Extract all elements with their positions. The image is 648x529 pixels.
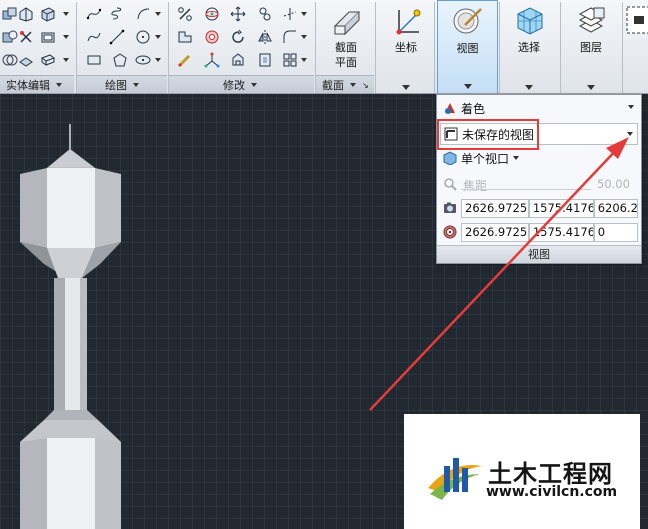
- section-plane-icon: [333, 11, 361, 36]
- array-dropdown-icon[interactable]: [300, 51, 307, 69]
- fillet-dropdown-icon[interactable]: [300, 28, 307, 46]
- watermark-url: www.civilcn.com: [486, 484, 618, 500]
- layers-icon: [578, 7, 605, 33]
- camera-y-field[interactable]: 1575.4176: [528, 198, 594, 218]
- visual-style-icon: [445, 103, 455, 114]
- visual-style-select[interactable]: 着色: [440, 97, 638, 119]
- focal-length-value: 50.00: [597, 177, 630, 191]
- group-icon: [626, 6, 648, 34]
- thicken-icon[interactable]: [38, 51, 57, 69]
- trim-dropdown-icon[interactable]: [300, 5, 307, 23]
- solid-box-icon[interactable]: [38, 5, 57, 23]
- move-icon[interactable]: [228, 5, 247, 23]
- polygon-icon[interactable]: [110, 51, 129, 69]
- rotate-icon[interactable]: [228, 28, 247, 46]
- visual-style-value: 着色: [461, 101, 486, 116]
- target-icon: [443, 225, 457, 239]
- trim-icon[interactable]: [280, 5, 299, 23]
- arc-dropdown-icon[interactable]: [154, 5, 161, 23]
- view-label: 视图: [456, 42, 479, 55]
- ellipse-icon[interactable]: [133, 51, 152, 69]
- solid-more-dropdown-icon[interactable]: [62, 51, 69, 69]
- section-plane-label-2: 平面: [335, 56, 357, 69]
- layers-button[interactable]: 图层: [565, 0, 617, 93]
- explode-icon[interactable]: [255, 51, 274, 69]
- camera-z-field[interactable]: 6206.24: [593, 198, 638, 218]
- camera-position-row: 2626.9725 1575.4176 6206.24: [440, 197, 638, 219]
- target-x-field[interactable]: 2626.9725: [461, 222, 529, 242]
- coordinates-label: 坐标: [395, 41, 417, 54]
- circle-dropdown-icon[interactable]: [154, 28, 161, 46]
- focal-search-icon: [444, 178, 457, 191]
- copy-icon[interactable]: [255, 5, 274, 23]
- viewport-icon: [443, 151, 457, 165]
- view-panel-footer-label: 视图: [528, 248, 550, 261]
- 3d-array-icon[interactable]: [202, 28, 221, 46]
- slice-icon[interactable]: [16, 51, 35, 69]
- 3d-rotate-icon[interactable]: [202, 5, 221, 23]
- coordinates-dropdown-icon: [402, 85, 410, 90]
- focal-length-slider[interactable]: 焦距: [461, 177, 591, 193]
- selection-dropdown-icon: [525, 85, 533, 90]
- group-section[interactable]: 截面 ↘: [316, 75, 374, 93]
- layers-label: 图层: [580, 41, 602, 54]
- helix-icon[interactable]: [107, 5, 126, 23]
- spline-fit-icon[interactable]: [84, 5, 103, 23]
- view-dropdown-icon: [463, 84, 472, 89]
- stretch-icon[interactable]: [175, 28, 194, 46]
- group-solid-edit[interactable]: 实体编辑: [0, 75, 74, 93]
- arc-icon[interactable]: [133, 5, 152, 23]
- target-y-field[interactable]: 1575.4176: [528, 222, 594, 242]
- section-plane-label-1: 截面: [335, 41, 357, 54]
- groups-button[interactable]: [626, 0, 648, 93]
- extrude-faces-icon[interactable]: [16, 5, 35, 23]
- offset-icon[interactable]: [228, 51, 247, 69]
- erase-icon[interactable]: [175, 51, 194, 69]
- viewport-config-label: 单个视口: [461, 151, 510, 166]
- viewport-config-button[interactable]: 单个视口: [440, 147, 638, 169]
- group-solid-edit-label: 实体编辑: [6, 79, 50, 92]
- group-modify-label: 修改: [223, 79, 245, 92]
- coordinates-button[interactable]: 坐标: [380, 0, 432, 93]
- rectangle-icon[interactable]: [84, 51, 103, 69]
- scale-icon[interactable]: [175, 5, 194, 23]
- selection-cube-icon: [517, 7, 543, 35]
- target-z-field[interactable]: 0: [593, 222, 638, 242]
- line-icon[interactable]: [107, 28, 126, 46]
- solid-edit-dropdown-icon[interactable]: [62, 28, 69, 46]
- highlight-box: [437, 119, 539, 150]
- visual-style-dropdown-icon: [628, 105, 634, 109]
- group-section-label: 截面: [322, 79, 344, 92]
- view-sphere-icon: [453, 8, 482, 34]
- ucs-icon: [396, 9, 421, 35]
- focal-length-row: 焦距 50.00: [440, 173, 638, 195]
- shell-icon[interactable]: [38, 28, 57, 46]
- camera-icon: [444, 202, 456, 213]
- layers-dropdown-icon: [587, 85, 595, 90]
- fillet-icon[interactable]: [280, 28, 299, 46]
- 3d-align-icon[interactable]: [202, 51, 221, 69]
- ellipse-dropdown-icon[interactable]: [154, 51, 161, 69]
- solid-dropdown-icon[interactable]: [62, 5, 69, 23]
- ribbon: 实体编辑 绘图 修改 截面 平面 截面 ↘ 坐标 视图 选择 图层: [0, 0, 648, 94]
- mirror-icon[interactable]: [255, 28, 274, 46]
- focal-length-label: 焦距: [463, 179, 488, 193]
- watermark-logo: [428, 458, 482, 500]
- selection-label: 选择: [518, 41, 540, 54]
- spline-cv-icon[interactable]: [84, 28, 103, 46]
- array-icon[interactable]: [280, 51, 299, 69]
- watermark: 土木工程网 www.civilcn.com: [404, 414, 640, 529]
- selection-button[interactable]: 选择: [503, 0, 555, 93]
- circle-icon[interactable]: [133, 28, 152, 46]
- viewport-dropdown-icon: [513, 156, 520, 160]
- view-button[interactable]: 视图: [437, 0, 498, 93]
- group-draw-label: 绘图: [105, 79, 127, 92]
- named-view-dropdown-icon: [627, 132, 633, 136]
- separate-icon[interactable]: [16, 28, 35, 46]
- target-position-row: 2626.9725 1575.4176 0: [440, 221, 638, 243]
- camera-x-field[interactable]: 2626.9725: [461, 198, 529, 218]
- group-modify[interactable]: 修改: [169, 75, 314, 93]
- view-panel-footer: 视图: [437, 245, 641, 263]
- group-draw[interactable]: 绘图: [77, 75, 167, 93]
